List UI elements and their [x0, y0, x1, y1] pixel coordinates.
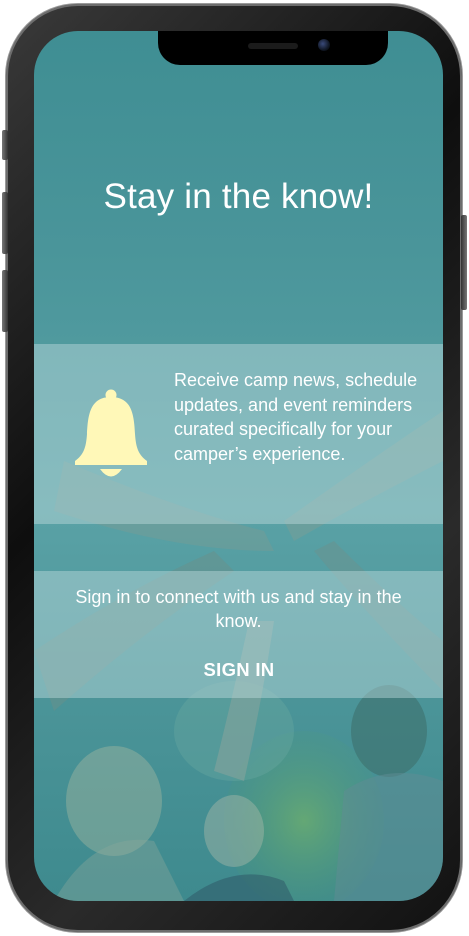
- speaker-grille: [248, 43, 298, 49]
- mute-switch: [2, 130, 8, 160]
- power-button: [461, 215, 467, 310]
- front-camera: [318, 39, 330, 51]
- page-title: Stay in the know!: [103, 177, 374, 216]
- info-card: Receive camp news, schedule updates, and…: [34, 344, 443, 524]
- volume-up-button: [2, 192, 8, 254]
- phone-notch: [158, 31, 388, 65]
- volume-down-button: [2, 270, 8, 332]
- signin-prompt: Sign in to connect with us and stay in t…: [75, 587, 402, 631]
- signin-card: Sign in to connect with us and stay in t…: [34, 571, 443, 698]
- info-description: Receive camp news, schedule updates, and…: [174, 370, 418, 464]
- sign-in-button[interactable]: SIGN IN: [184, 655, 294, 685]
- app-screen: Stay in the know! Receive camp news, sch…: [34, 31, 443, 901]
- bell-icon: [75, 389, 147, 477]
